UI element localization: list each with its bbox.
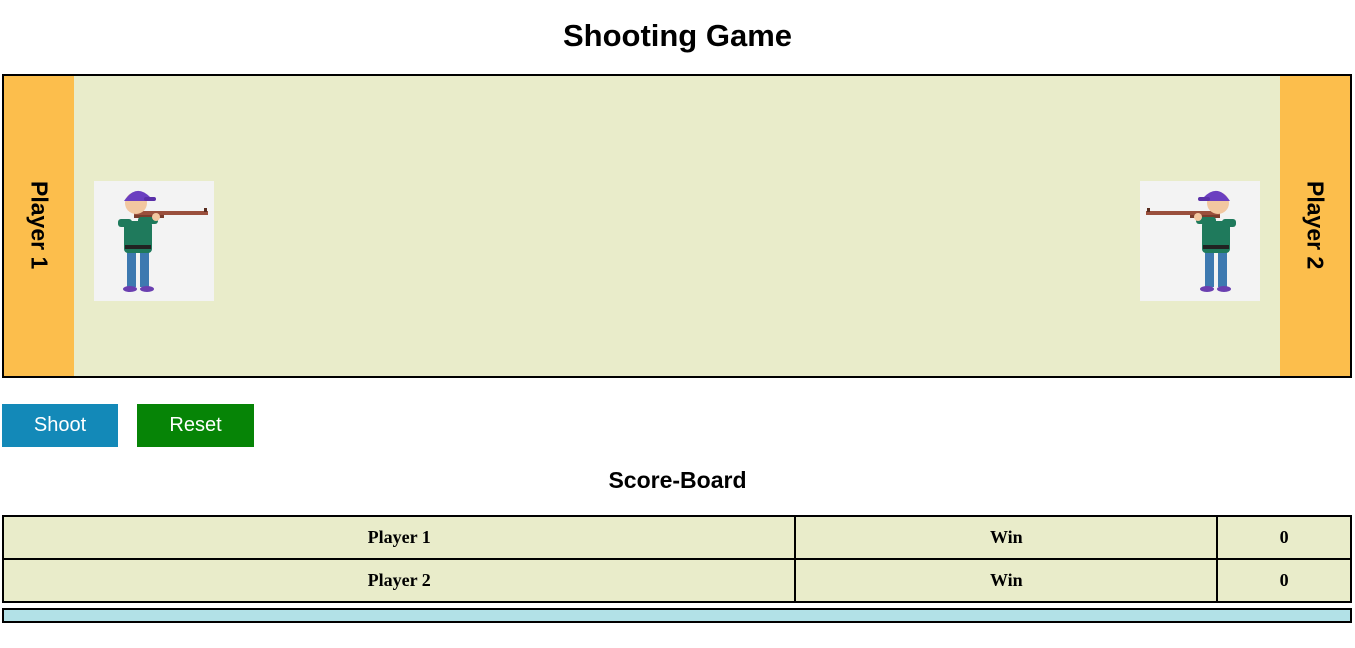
table-row: Player 2 Win 0: [1, 558, 1352, 603]
player2-label: Player 2: [1302, 181, 1329, 270]
scoreboard-title: Score-Board: [608, 467, 747, 493]
player1-bar: Player 1: [4, 76, 74, 376]
page-title: Shooting Game: [562, 18, 793, 53]
scoreboard-table: Player 1 Win 0 Player 2 Win 0: [1, 515, 1352, 603]
player-name-cell: Player 2: [1, 558, 797, 603]
player-name-cell: Player 1: [1, 515, 797, 560]
game-arena: Player 1 Player 2: [2, 74, 1352, 378]
win-label-cell: Win: [794, 515, 1219, 560]
win-label-cell: Win: [794, 558, 1219, 603]
player1-shooter-icon: [94, 181, 214, 301]
player2-bar: Player 2: [1280, 76, 1350, 376]
table-row: Player 1 Win 0: [1, 515, 1352, 560]
player2-shooter-icon: [1140, 181, 1260, 301]
reset-button[interactable]: Reset: [137, 404, 254, 447]
bullet-track: [2, 608, 1352, 623]
win-count-cell: 0: [1216, 558, 1352, 603]
win-count-cell: 0: [1216, 515, 1352, 560]
shoot-button[interactable]: Shoot: [2, 404, 118, 447]
player1-label: Player 1: [26, 181, 53, 270]
